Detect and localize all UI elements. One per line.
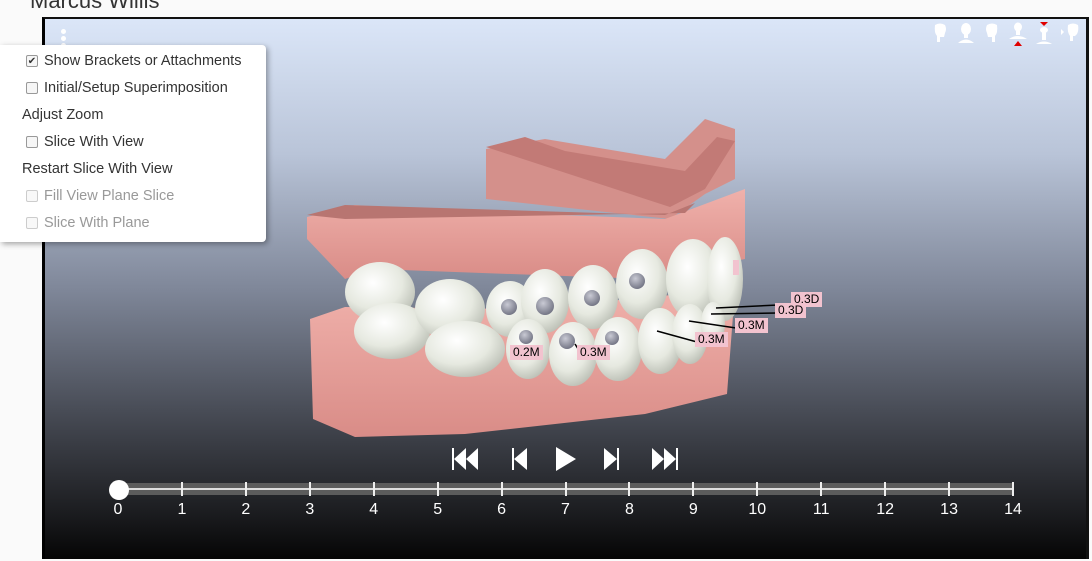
measurement-label: 0.3M bbox=[577, 345, 610, 360]
first-stage-button[interactable] bbox=[450, 444, 482, 474]
timeline-tick bbox=[884, 482, 887, 496]
previous-stage-button[interactable] bbox=[504, 444, 536, 474]
adjust-zoom-option[interactable]: Adjust Zoom bbox=[22, 107, 103, 123]
show-brackets-option[interactable]: ✔ Show Brackets or Attachments bbox=[22, 53, 241, 69]
timeline-tick-label: 12 bbox=[876, 501, 895, 518]
timeline-tick bbox=[564, 482, 567, 496]
timeline-tick-label: 5 bbox=[433, 501, 443, 518]
timeline-tick bbox=[628, 482, 631, 496]
show-brackets-checkbox[interactable]: ✔ bbox=[26, 55, 38, 67]
timeline-tick-label: 8 bbox=[624, 501, 634, 518]
lower-jaw-view-icon[interactable] bbox=[1034, 22, 1054, 46]
timeline-tick-label: 13 bbox=[940, 501, 958, 518]
slice-with-view-checkbox[interactable] bbox=[26, 136, 38, 148]
timeline-tick bbox=[180, 482, 183, 496]
timeline-tick-label: 6 bbox=[497, 501, 507, 518]
timeline-tick bbox=[756, 482, 759, 496]
slice-with-plane-checkbox bbox=[26, 217, 38, 229]
superimposition-option[interactable]: Initial/Setup Superimposition bbox=[22, 80, 228, 96]
play-button[interactable] bbox=[550, 444, 582, 474]
options-menu-panel: ✔ Show Brackets or Attachments Initial/S… bbox=[0, 45, 266, 242]
timeline-tick bbox=[308, 482, 311, 496]
back-view-icon[interactable] bbox=[1060, 22, 1080, 46]
last-stage-button[interactable] bbox=[650, 444, 682, 474]
timeline-tick bbox=[500, 482, 503, 496]
timeline-tick bbox=[948, 482, 951, 496]
measurement-label: 0.3M bbox=[735, 318, 768, 333]
fill-view-plane-checkbox bbox=[26, 190, 38, 202]
slice-with-plane-option: Slice With Plane bbox=[22, 215, 150, 231]
timeline-tick-label: 9 bbox=[688, 501, 698, 518]
next-stage-button[interactable] bbox=[596, 444, 628, 474]
left-view-icon[interactable] bbox=[982, 22, 1002, 46]
measurement-label: 0.3M bbox=[695, 332, 728, 347]
timeline-tick bbox=[372, 482, 375, 496]
timeline-tick-label: 4 bbox=[369, 501, 379, 518]
timeline-tick bbox=[436, 482, 439, 496]
option-label: Fill View Plane Slice bbox=[44, 188, 175, 204]
timeline-tick-label: 1 bbox=[177, 501, 187, 518]
slice-with-view-option[interactable]: Slice With View bbox=[22, 134, 144, 150]
timeline-tick bbox=[244, 482, 247, 496]
fill-view-plane-option: Fill View Plane Slice bbox=[22, 188, 174, 204]
view-toolbar bbox=[930, 22, 1080, 46]
measurement-label bbox=[733, 260, 739, 275]
option-label: Restart Slice With View bbox=[22, 161, 173, 177]
timeline-tick-label: 14 bbox=[1004, 501, 1022, 518]
timeline-tick bbox=[692, 482, 695, 496]
timeline-thumb[interactable] bbox=[109, 480, 129, 500]
timeline-tick-label: 10 bbox=[748, 501, 767, 518]
upper-jaw-view-icon[interactable] bbox=[1008, 22, 1028, 46]
superimposition-checkbox[interactable] bbox=[26, 82, 38, 94]
patient-name: Marcus Willis bbox=[30, 0, 160, 13]
option-label: Slice With Plane bbox=[44, 215, 150, 231]
measurement-label: 0.3D bbox=[775, 303, 807, 318]
restart-slice-option[interactable]: Restart Slice With View bbox=[22, 161, 172, 177]
measurement-label: 0.2M bbox=[510, 345, 543, 360]
right-view-icon[interactable] bbox=[930, 22, 950, 46]
timeline-tick-label: 2 bbox=[241, 501, 251, 518]
timeline-tick-label: 11 bbox=[812, 501, 830, 518]
option-label: Slice With View bbox=[44, 134, 144, 150]
timeline-tick bbox=[820, 482, 823, 496]
timeline-tick-label: 7 bbox=[561, 501, 570, 518]
timeline-tick-label: 0 bbox=[113, 501, 123, 518]
option-label: Adjust Zoom bbox=[22, 107, 104, 123]
timeline-tick-label: 3 bbox=[305, 501, 315, 518]
option-label: Show Brackets or Attachments bbox=[44, 53, 242, 69]
option-label: Initial/Setup Superimposition bbox=[44, 80, 228, 96]
stage-timeline-slider[interactable]: 0 1 2 3 4 5 6 7 8 9 10 11 12 13 14 bbox=[109, 480, 1022, 518]
timeline-tick bbox=[1012, 482, 1014, 496]
playback-controls bbox=[450, 444, 682, 474]
front-view-icon[interactable] bbox=[956, 22, 976, 46]
